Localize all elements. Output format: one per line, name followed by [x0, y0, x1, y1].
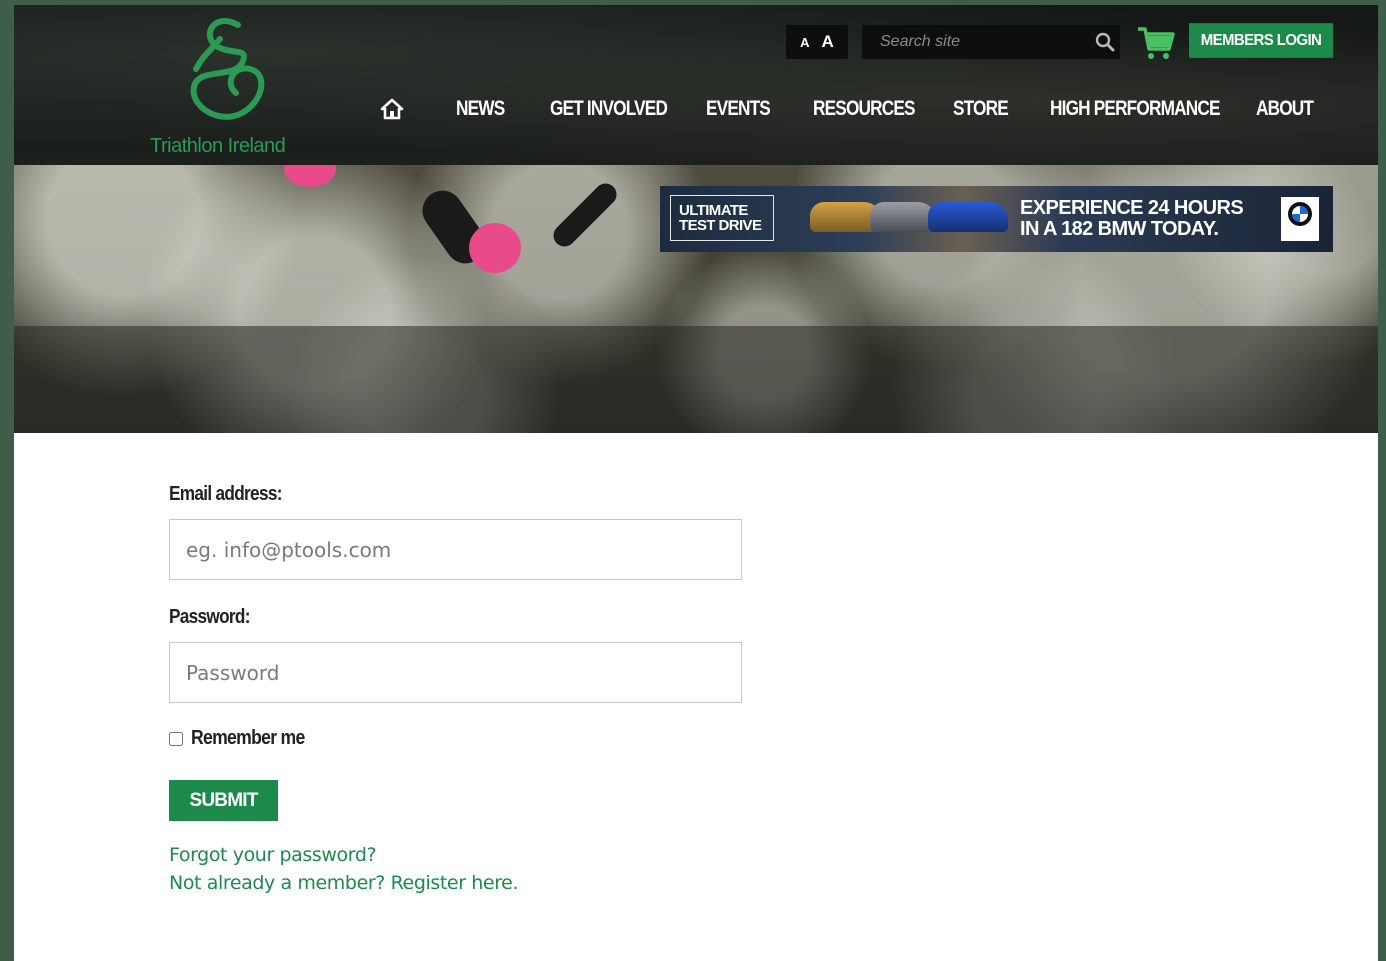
font-size-tools: A A: [786, 25, 848, 59]
page: Triathlon Ireland A A MEMBERS LOGI: [14, 5, 1378, 961]
password-field[interactable]: [169, 642, 742, 703]
swim-cap: [284, 165, 336, 187]
email-label: Email address:: [169, 483, 282, 505]
nav-item-news[interactable]: NEWS: [456, 97, 550, 121]
triathlon-ireland-logo-icon: [190, 17, 265, 120]
forgot-password-link[interactable]: Forgot your password?: [169, 841, 769, 869]
ad-headline-line2: IN A 182 BMW TODAY.: [1020, 218, 1219, 240]
home-icon: [380, 98, 404, 120]
site-header: Triathlon Ireland A A MEMBERS LOGI: [14, 5, 1378, 165]
hero-overlay-band: [14, 326, 1378, 433]
search-button[interactable]: [1090, 25, 1120, 59]
nav-link-store[interactable]: STORE: [953, 97, 1009, 121]
remember-me-row: Remember me: [169, 727, 769, 750]
password-label: Password:: [169, 606, 250, 628]
ad-headline-line1: EXPERIENCE 24 HOURS: [1020, 197, 1244, 219]
ad-badge-line2: TEST DRIVE: [679, 217, 762, 234]
nav-link-about[interactable]: ABOUT: [1256, 97, 1314, 121]
remember-me-checkbox[interactable]: [169, 731, 183, 746]
main-nav: NEWS GET INVOLVED EVENTS RESOURCES STORE…: [374, 91, 1326, 127]
nav-item-store[interactable]: STORE: [953, 97, 1050, 121]
car-image: [870, 202, 936, 232]
nav-link-events[interactable]: EVENTS: [706, 97, 771, 121]
remember-me-label[interactable]: Remember me: [191, 727, 305, 750]
nav-item-resources[interactable]: RESOURCES: [813, 97, 953, 121]
email-field[interactable]: [169, 519, 742, 580]
bmw-roundel-icon: [1288, 202, 1312, 226]
nav-link-get-involved[interactable]: GET INVOLVED: [550, 97, 668, 121]
bmw-logo: [1281, 197, 1319, 241]
search-icon: [1095, 32, 1115, 52]
increase-font-button[interactable]: A: [822, 32, 834, 52]
shopping-cart-icon: [1138, 27, 1175, 59]
nav-item-high-performance[interactable]: HIGH PERFORMANCE: [1050, 97, 1256, 121]
form-links: Forgot your password? Not already a memb…: [169, 841, 769, 897]
nav-item-about[interactable]: ABOUT: [1256, 97, 1326, 121]
decrease-font-button[interactable]: A: [800, 35, 809, 50]
logo-text: Triathlon Ireland: [150, 135, 286, 157]
nav-link-high-performance[interactable]: HIGH PERFORMANCE: [1050, 97, 1220, 121]
logo[interactable]: Triathlon Ireland: [142, 15, 312, 157]
ad-headline: EXPERIENCE 24 HOURS IN A 182 BMW TODAY.: [1020, 197, 1244, 240]
swim-cap: [469, 223, 521, 273]
nav-link-news[interactable]: NEWS: [456, 97, 505, 121]
ad-badge: ULTIMATE TEST DRIVE: [670, 195, 774, 241]
ad-badge-line1: ULTIMATE: [679, 202, 748, 219]
nav-item-events[interactable]: EVENTS: [706, 97, 813, 121]
nav-home[interactable]: [374, 91, 410, 127]
search-input[interactable]: [862, 26, 1090, 58]
nav-link-resources[interactable]: RESOURCES: [813, 97, 916, 121]
search-box: [862, 25, 1120, 59]
bmw-ad-banner[interactable]: ULTIMATE TEST DRIVE EXPERIENCE 24 HOURS …: [660, 186, 1333, 252]
car-image: [928, 202, 1008, 232]
cart-button[interactable]: [1136, 23, 1176, 63]
submit-button[interactable]: SUBMIT: [169, 780, 278, 821]
register-link[interactable]: Not already a member? Register here.: [169, 869, 769, 897]
swimmer-arm: [548, 178, 622, 252]
members-login-button[interactable]: MEMBERS LOGIN: [1189, 23, 1333, 58]
login-form: Email address: Password: Remember me SUB…: [169, 483, 769, 897]
nav-item-get-involved[interactable]: GET INVOLVED: [550, 97, 706, 121]
